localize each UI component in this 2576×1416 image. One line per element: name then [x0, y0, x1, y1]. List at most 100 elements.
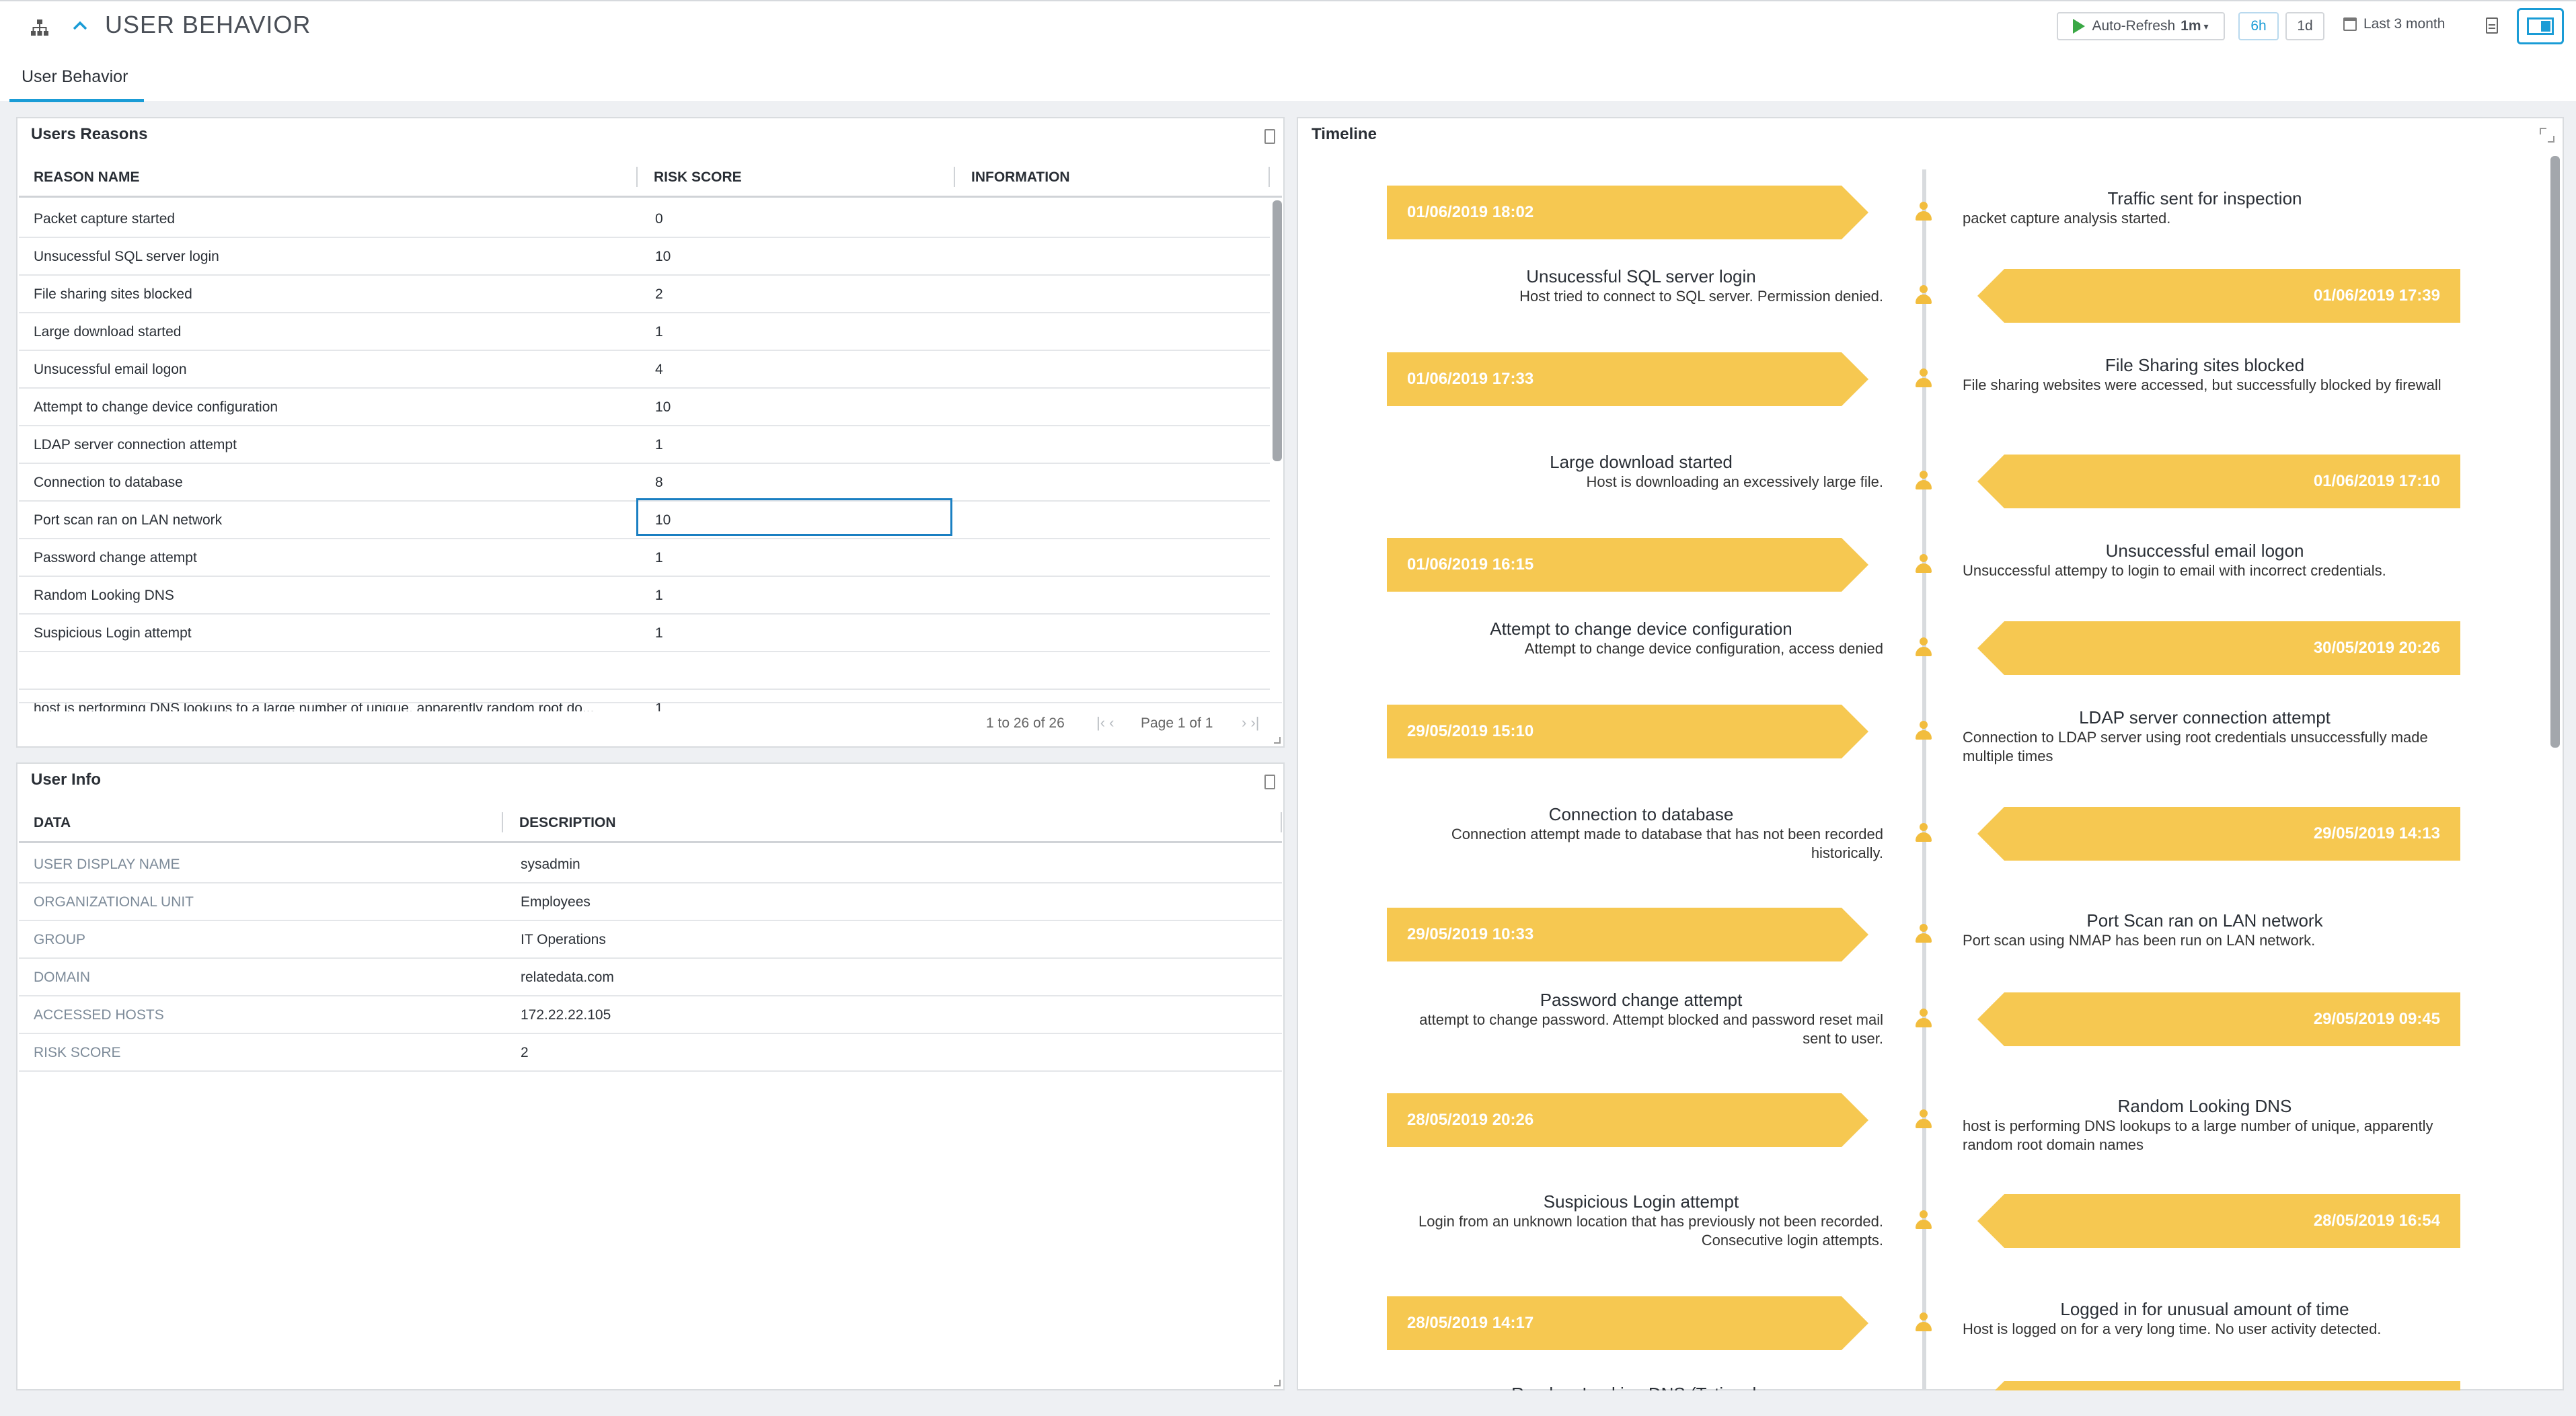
reason-name-cell: Suspicious Login attempt — [34, 625, 192, 641]
pager-count: 1 to 26 of 26 — [986, 715, 1065, 731]
reason-name-cell: Packet capture started — [34, 211, 176, 227]
data-key-cell: GROUP — [34, 932, 86, 947]
page-title: USER BEHAVIOR — [105, 11, 311, 38]
focused-cell[interactable] — [636, 498, 952, 536]
export-icon[interactable] — [1264, 129, 1275, 144]
column-separator[interactable] — [502, 812, 503, 832]
grid-header: REASON NAME RISK SCORE INFORMATION — [19, 157, 1282, 198]
time-range-picker[interactable]: Last 3 month — [2343, 16, 2445, 32]
table-row[interactable]: Unsucessful email logon 4 — [19, 351, 1270, 389]
auto-refresh-button[interactable]: Auto-Refresh 1m ▾ — [2057, 12, 2225, 40]
reason-name-cell: Unsucessful SQL server login — [34, 249, 219, 264]
reason-name-cell: LDAP server connection attempt — [34, 437, 237, 453]
risk-score-cell: 4 — [655, 362, 663, 377]
description-cell: Employees — [521, 894, 591, 910]
description-cell: relatedata.com — [521, 970, 614, 985]
table-row[interactable]: Packet capture started 0 — [19, 200, 1270, 238]
panel-title: Users Reasons — [31, 125, 148, 143]
column-separator[interactable] — [1268, 167, 1270, 187]
data-key-cell: USER DISPLAY NAME — [34, 857, 180, 872]
app-header: USER BEHAVIOR User Behavior Auto-Refresh… — [0, 0, 2576, 102]
table-row[interactable]: Large download started 1 — [19, 313, 1270, 351]
risk-score-cell: 1 — [655, 437, 663, 453]
table-row[interactable]: Attempt to change device configuration 10 — [19, 389, 1270, 426]
table-row[interactable]: RISK SCORE 2 — [19, 1034, 1282, 1072]
auto-refresh-label: Auto-Refresh — [2092, 18, 2176, 34]
resize-handle[interactable] — [1274, 1380, 1281, 1386]
data-key-cell: RISK SCORE — [34, 1045, 121, 1060]
pager-page: Page 1 of 1 — [1141, 715, 1213, 731]
caret-down-icon: ▾ — [2203, 20, 2209, 32]
column-separator[interactable] — [1281, 812, 1282, 832]
layout-button[interactable] — [2517, 8, 2564, 44]
column-separator[interactable] — [636, 167, 638, 187]
risk-score-cell: 10 — [655, 249, 671, 264]
risk-score-cell: 8 — [655, 475, 663, 490]
reason-name-cell: Large download started — [34, 324, 182, 340]
table-row[interactable]: Suspicious Login attempt 1 — [19, 615, 1270, 652]
reason-name-cell: File sharing sites blocked — [34, 286, 192, 302]
table-row[interactable]: Connection to database 8 — [19, 464, 1270, 502]
table-row[interactable]: Unsucessful SQL server login 10 — [19, 238, 1270, 276]
table-row[interactable] — [19, 652, 1270, 690]
column-header-information[interactable]: INFORMATION — [971, 169, 1070, 186]
auto-refresh-interval: 1m — [2181, 18, 2201, 34]
calendar-icon — [2343, 17, 2357, 31]
resize-handle[interactable] — [1274, 737, 1281, 744]
table-row[interactable]: Random Looking DNS 1 — [19, 577, 1270, 615]
description-cell: IT Operations — [521, 932, 606, 947]
reason-name-cell: Connection to database — [34, 475, 183, 490]
description-cell: 172.22.22.105 — [521, 1007, 611, 1023]
layout-icon — [2527, 17, 2554, 35]
hierarchy-icon[interactable] — [30, 17, 50, 38]
pager-next-last-icons[interactable]: › ›| — [1242, 714, 1259, 732]
play-icon — [2073, 19, 2086, 34]
grid-footer-divider — [19, 702, 1282, 703]
table-row[interactable]: host is performing DNS lookups to a larg… — [19, 690, 1270, 711]
expand-icon[interactable] — [2540, 128, 2554, 143]
reason-name-cell: Unsucessful email logon — [34, 362, 187, 377]
export-icon[interactable] — [2486, 17, 2498, 34]
column-header-data[interactable]: DATA — [34, 815, 71, 831]
table-row[interactable]: File sharing sites blocked 2 — [19, 276, 1270, 313]
table-row[interactable]: USER DISPLAY NAME sysadmin — [19, 846, 1282, 883]
timeline-panel: Timeline — [1297, 117, 2564, 1390]
scrollbar[interactable] — [1273, 200, 1282, 461]
risk-score-cell: 1 — [655, 550, 663, 565]
panel-title: Timeline — [1312, 125, 1377, 143]
grid-header: DATA DESCRIPTION — [19, 803, 1282, 843]
table-row[interactable]: LDAP server connection attempt 1 — [19, 426, 1270, 464]
risk-score-cell: 10 — [655, 399, 671, 415]
risk-score-cell: 1 — [655, 625, 663, 641]
reason-name-cell: Password change attempt — [34, 550, 197, 565]
range-6h-button[interactable]: 6h — [2238, 12, 2279, 40]
export-icon[interactable] — [1264, 775, 1275, 789]
column-separator[interactable] — [954, 167, 955, 187]
table-row[interactable]: ACCESSED HOSTS 172.22.22.105 — [19, 996, 1282, 1034]
risk-score-cell: 0 — [655, 211, 663, 227]
column-header-reason-name[interactable]: REASON NAME — [34, 169, 140, 186]
column-header-description[interactable]: DESCRIPTION — [519, 815, 616, 831]
tab-user-behavior[interactable]: User Behavior — [9, 63, 144, 102]
reason-name-cell: Port scan ran on LAN network — [34, 512, 223, 528]
table-row[interactable]: DOMAIN relatedata.com — [19, 959, 1282, 996]
risk-score-cell: 2 — [655, 286, 663, 302]
range-1d-button[interactable]: 1d — [2285, 12, 2324, 40]
reason-name-cell: Random Looking DNS — [34, 588, 174, 603]
data-key-cell: DOMAIN — [34, 970, 90, 985]
risk-score-cell: 1 — [655, 588, 663, 603]
risk-score-cell: 1 — [655, 324, 663, 340]
column-header-risk-score[interactable]: RISK SCORE — [654, 169, 742, 186]
user-info-panel: User Info DATA DESCRIPTION USER DISPLAY … — [16, 762, 1285, 1390]
table-row[interactable]: ORGANIZATIONAL UNIT Employees — [19, 883, 1282, 921]
chevron-up-icon[interactable] — [70, 16, 90, 36]
time-range-label: Last 3 month — [2363, 16, 2446, 32]
table-row[interactable]: GROUP IT Operations — [19, 921, 1282, 959]
description-cell: sysadmin — [521, 857, 580, 872]
panel-title: User Info — [31, 771, 102, 789]
description-cell: 2 — [521, 1045, 529, 1060]
data-key-cell: ORGANIZATIONAL UNIT — [34, 894, 194, 910]
scrollbar[interactable] — [2550, 156, 2560, 748]
pager-first-prev-icons[interactable]: |‹ ‹ — [1096, 714, 1114, 732]
table-row[interactable]: Password change attempt 1 — [19, 539, 1270, 577]
